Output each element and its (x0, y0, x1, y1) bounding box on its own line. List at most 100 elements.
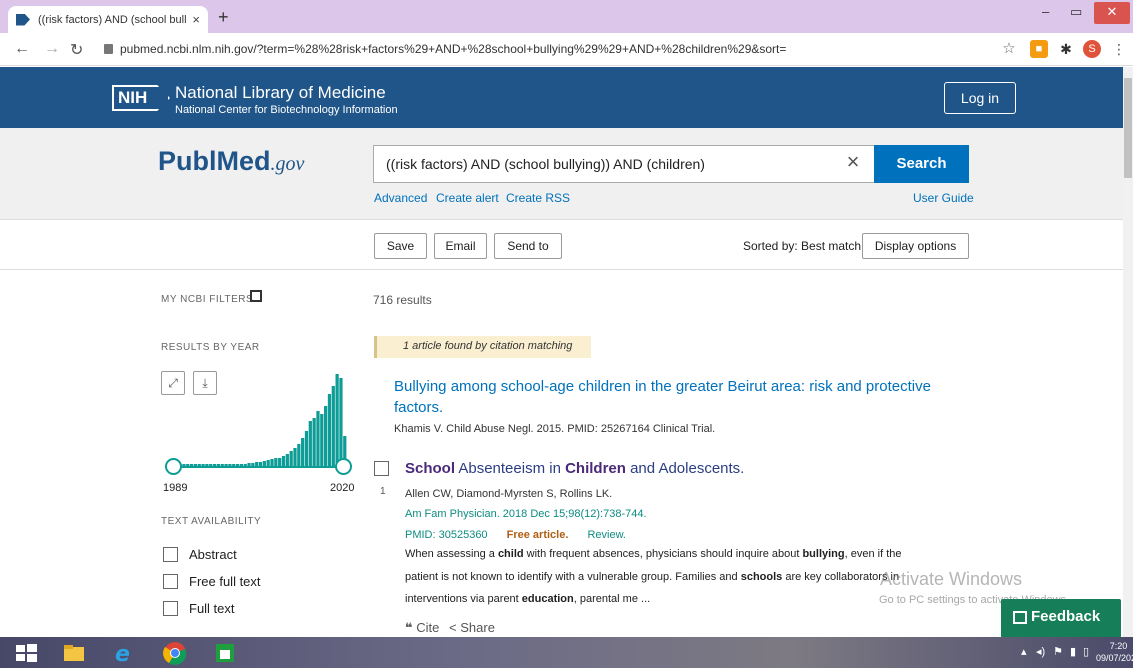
snippet-highlight: child (497, 548, 524, 560)
snippet-text: , parental me ... (573, 593, 651, 605)
histogram-bar[interactable] (278, 458, 282, 466)
year-end-handle[interactable] (335, 458, 352, 475)
internet-explorer-icon[interactable]: e (112, 641, 136, 665)
network-icon[interactable]: ▮ (1070, 645, 1076, 658)
histogram-bar[interactable] (312, 418, 316, 466)
result-title-link[interactable]: Bullying among school-age children in th… (394, 376, 954, 418)
histogram-bar[interactable] (335, 374, 339, 466)
chrome-icon[interactable] (163, 641, 187, 665)
histogram-bar[interactable] (320, 414, 324, 466)
pubmed-logo[interactable]: PublMed.gov (158, 146, 304, 177)
result-snippet-line: interventions via parent education, pare… (405, 593, 935, 605)
snippet-highlight: education (521, 593, 574, 605)
checkbox[interactable] (163, 547, 178, 562)
search-button[interactable]: Search (874, 145, 969, 183)
tab-close-icon[interactable]: × (192, 12, 200, 27)
feedback-label: Feedback (1031, 608, 1101, 625)
cite-icon[interactable]: ❝ (405, 620, 413, 635)
maximize-button[interactable]: ▭ (1070, 4, 1082, 20)
text-availability-heading: TEXT AVAILABILITY (161, 516, 262, 527)
browser-tab[interactable]: ((risk factors) AND (school bullyin × (8, 6, 208, 33)
filter-abstract[interactable]: Abstract (163, 547, 237, 562)
user-guide-link[interactable]: User Guide (913, 191, 974, 205)
store-icon[interactable] (213, 641, 237, 665)
checkbox[interactable] (163, 601, 178, 616)
feedback-button[interactable]: Feedback (1001, 599, 1121, 638)
histogram-bar[interactable] (339, 378, 343, 466)
histogram-bar[interactable] (316, 411, 320, 466)
flag-icon[interactable]: ⚑ (1053, 645, 1063, 658)
histogram-bar[interactable] (324, 406, 328, 466)
scrollbar-thumb[interactable] (1124, 78, 1132, 178)
filter-full-text[interactable]: Full text (163, 601, 235, 616)
bookmark-star-icon[interactable]: ☆ (1000, 40, 1018, 58)
result-journal: Am Fam Physician. 2018 Dec 15;98(12):738… (405, 508, 647, 520)
feedback-icon (1013, 611, 1027, 624)
result-select-checkbox[interactable] (374, 461, 389, 476)
review-badge: Review. (587, 529, 626, 541)
cite-button[interactable]: Cite (416, 620, 439, 635)
clear-search-icon[interactable]: × (838, 149, 868, 175)
extension-icon[interactable]: ■ (1030, 40, 1048, 58)
filter-free-full-text[interactable]: Free full text (163, 574, 261, 589)
send-to-button[interactable]: Send to (494, 233, 562, 259)
my-ncbi-filters-heading: MY NCBI FILTERS (161, 294, 254, 305)
histogram-bar[interactable] (327, 394, 332, 466)
histogram-bar[interactable] (304, 431, 309, 466)
histogram-bar[interactable] (331, 386, 335, 466)
create-alert-link[interactable]: Create alert (436, 191, 499, 205)
extensions-puzzle-icon[interactable]: ✱ (1057, 40, 1075, 58)
display-options-button[interactable]: Display options (862, 233, 969, 259)
year-start-handle[interactable] (165, 458, 182, 475)
clock-time: 7:20 (1109, 641, 1128, 651)
pubmed-logo-med: Med (216, 146, 271, 176)
reload-icon[interactable]: ↻ (70, 40, 83, 60)
histogram-bar[interactable] (308, 421, 312, 466)
browser-menu-icon[interactable]: ⋮ (1110, 40, 1128, 58)
login-button[interactable]: Log in (944, 82, 1016, 114)
search-input[interactable]: ((risk factors) AND (school bullying)) A… (373, 145, 875, 183)
email-button[interactable]: Email (434, 233, 487, 259)
battery-icon[interactable]: ▯ (1083, 645, 1089, 658)
back-arrow-icon[interactable]: ← (14, 40, 30, 58)
histogram-bar[interactable] (293, 448, 297, 466)
windows-start-icon[interactable] (14, 641, 38, 665)
sorted-by-dropdown[interactable]: Sorted by: Best match (743, 239, 861, 253)
new-tab-button[interactable]: + (218, 7, 229, 28)
histogram-bar[interactable] (285, 454, 289, 466)
url-field[interactable]: pubmed.ncbi.nlm.nih.gov/?term=%28%28risk… (120, 42, 786, 56)
forward-arrow-icon[interactable]: → (44, 40, 60, 58)
snippet-text: with frequent absences, physicians shoul… (523, 548, 803, 560)
nlm-title[interactable]: National Library of Medicine (175, 83, 386, 103)
year-range-track[interactable] (173, 466, 343, 468)
create-rss-link[interactable]: Create RSS (506, 191, 570, 205)
pubmed-logo-gov: .gov (270, 153, 305, 175)
lock-icon[interactable] (104, 44, 113, 54)
result-title-link[interactable]: School Absenteeism in Children and Adole… (405, 460, 744, 477)
title-highlight: Children (565, 460, 626, 477)
external-link-icon[interactable] (250, 290, 262, 302)
save-button[interactable]: Save (374, 233, 427, 259)
cite-share-row: ❝ Cite < Share (405, 620, 495, 636)
nih-logo[interactable]: NIH (112, 85, 170, 111)
results-by-year-histogram[interactable] (160, 370, 354, 466)
file-explorer-icon[interactable] (62, 641, 86, 665)
profile-avatar[interactable]: S (1083, 40, 1101, 58)
share-button[interactable]: Share (460, 620, 495, 635)
volume-icon[interactable]: ◂) (1036, 645, 1045, 658)
histogram-bar[interactable] (301, 438, 305, 466)
window-close-button[interactable]: ✕ (1094, 2, 1130, 24)
share-icon[interactable]: < (449, 620, 457, 635)
checkbox[interactable] (163, 574, 178, 589)
minimize-button[interactable]: – (1042, 4, 1049, 19)
taskbar-clock[interactable]: 7:20 09/07/2020 (1096, 640, 1133, 664)
tray-chevron-icon[interactable]: ▴ (1021, 645, 1027, 658)
nlm-subtitle: National Center for Biotechnology Inform… (175, 104, 398, 116)
histogram-bar[interactable] (281, 456, 286, 466)
histogram-bar[interactable] (297, 444, 301, 466)
histogram-bar[interactable] (274, 458, 278, 466)
histogram-bar[interactable] (270, 459, 274, 466)
pubmed-favicon-icon (16, 13, 30, 26)
histogram-bar[interactable] (289, 451, 293, 466)
advanced-link[interactable]: Advanced (374, 191, 427, 205)
